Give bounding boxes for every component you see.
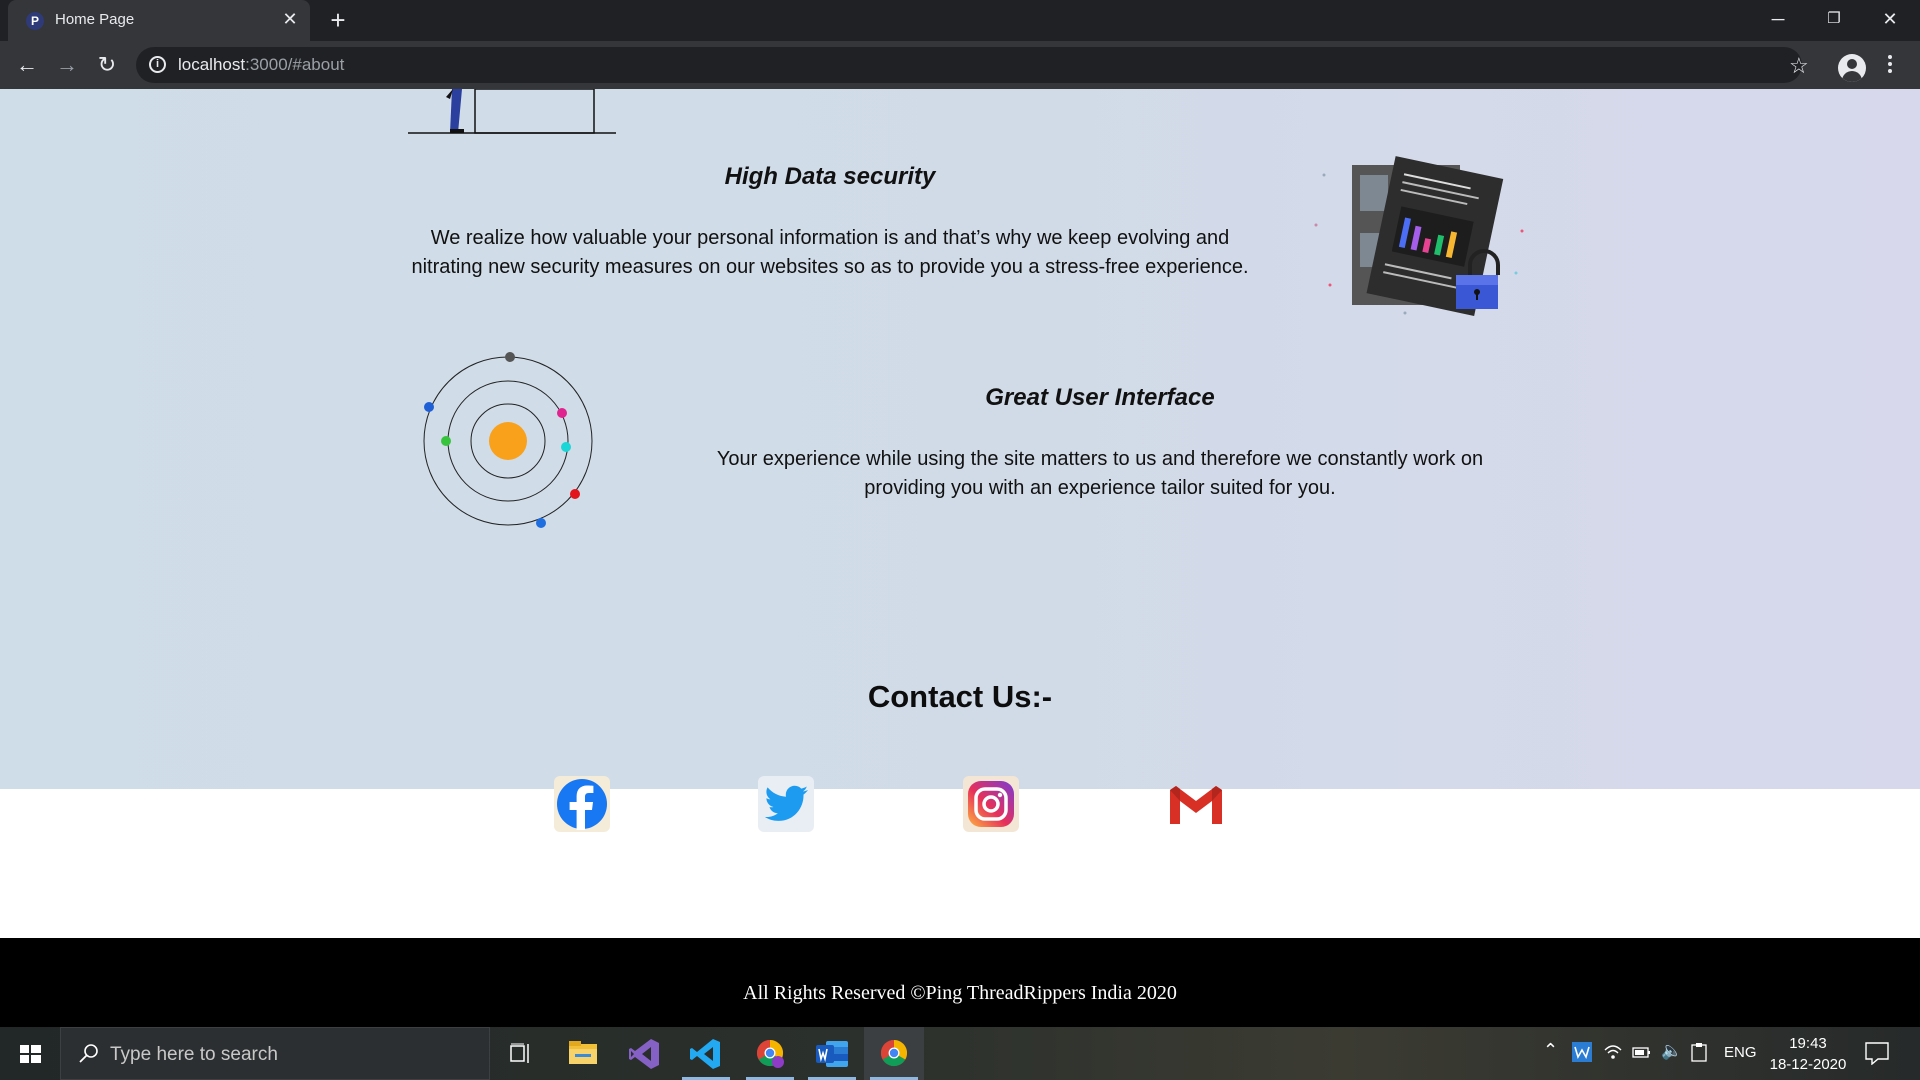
chrome-profile-button[interactable]	[740, 1027, 800, 1080]
url-path: :3000/#about	[245, 55, 345, 74]
task-view-icon	[510, 1043, 529, 1063]
visual-studio-icon	[629, 1039, 659, 1069]
page-footer: All Rights Reserved ©Ping ThreadRippers …	[0, 938, 1920, 1027]
chrome-profile-icon	[756, 1039, 784, 1068]
vscode-button[interactable]	[676, 1027, 736, 1080]
visual-studio-button[interactable]	[615, 1027, 675, 1080]
bookmark-star-icon[interactable]: ☆	[1789, 53, 1809, 79]
volume-icon[interactable]: 🔈	[1661, 1041, 1682, 1061]
browser-toolbar: ← → ↻ i localhost:3000/#about ☆	[0, 41, 1920, 89]
start-button[interactable]	[0, 1027, 60, 1080]
new-tab-icon[interactable]: +	[324, 7, 352, 35]
orbit-illustration	[423, 352, 593, 528]
feature-title-ui: Great User Interface	[985, 384, 1215, 411]
facebook-link[interactable]	[552, 774, 612, 834]
url-host: localhost	[178, 55, 246, 74]
file-explorer-icon	[569, 1041, 597, 1064]
clipboard-icon[interactable]	[1690, 1042, 1708, 1066]
profile-avatar-icon[interactable]	[1838, 54, 1866, 82]
facebook-icon	[554, 776, 610, 832]
action-center-icon[interactable]	[1864, 1041, 1890, 1066]
feature-text-security: We realize how valuable your personal in…	[411, 227, 1249, 278]
show-hidden-icons-icon[interactable]: ⌃	[1543, 1040, 1558, 1061]
wifi-icon[interactable]	[1603, 1042, 1623, 1066]
browser-tab[interactable]: P Home Page ✕	[8, 0, 310, 41]
contact-title: Contact Us:-	[867, 679, 1053, 714]
web-page: High Data security We realize how valuab…	[0, 89, 1920, 1027]
language-indicator[interactable]: ENG	[1724, 1044, 1757, 1061]
address-bar[interactable]: i localhost:3000/#about	[136, 47, 1802, 83]
gmail-link[interactable]	[1166, 774, 1226, 834]
windows-logo-icon	[20, 1045, 41, 1063]
feature-text-ui: Your experience while using the site mat…	[716, 448, 1484, 499]
browser-tab-strip: P Home Page ✕ + ─ ❐ ✕	[0, 0, 1920, 41]
back-icon[interactable]: ←	[11, 49, 43, 81]
clock-time: 19:43	[1789, 1035, 1827, 1052]
footer-copyright: All Rights Reserved ©Ping ThreadRippers …	[743, 982, 1177, 1004]
taskbar-search-box[interactable]: Type here to search	[60, 1027, 490, 1080]
search-placeholder: Type here to search	[110, 1044, 278, 1065]
site-favicon-icon: P	[26, 12, 44, 30]
search-icon	[79, 1044, 98, 1063]
tab-title: Home Page	[55, 11, 135, 28]
secure-document-illustration	[1314, 156, 1524, 316]
word-icon	[816, 1041, 848, 1067]
vscode-icon	[690, 1039, 720, 1069]
instagram-icon	[963, 776, 1019, 832]
taskbar-clock[interactable]: 19:43 18-12-2020	[1766, 1033, 1850, 1075]
forward-icon[interactable]: →	[51, 49, 83, 81]
browser-menu-icon[interactable]	[1886, 53, 1894, 79]
laptop-illustration	[408, 89, 616, 134]
url-text[interactable]: localhost:3000/#about	[178, 55, 344, 75]
clock-date: 18-12-2020	[1769, 1056, 1847, 1073]
word-button[interactable]	[802, 1027, 862, 1080]
task-view-button[interactable]	[490, 1027, 550, 1080]
site-info-icon[interactable]: i	[149, 56, 166, 73]
instagram-link[interactable]	[961, 774, 1021, 834]
restore-icon[interactable]: ❐	[1806, 0, 1862, 41]
chrome-icon	[880, 1039, 908, 1067]
chrome-button[interactable]	[864, 1027, 924, 1080]
feature-title-security: High Data security	[724, 163, 936, 190]
gmail-icon	[1170, 786, 1222, 824]
minimize-icon[interactable]: ─	[1750, 0, 1806, 41]
battery-icon[interactable]	[1632, 1043, 1652, 1065]
word-tray-icon[interactable]	[1572, 1042, 1592, 1066]
reload-icon[interactable]: ↻	[91, 49, 123, 81]
window-close-icon[interactable]: ✕	[1862, 0, 1918, 41]
file-explorer-button[interactable]	[553, 1027, 613, 1080]
windows-taskbar: Type here to search ⌃ 🔈 ENG 19:43 18-12-…	[0, 1027, 1920, 1080]
twitter-icon	[758, 776, 814, 832]
twitter-link[interactable]	[756, 774, 816, 834]
tab-close-icon[interactable]: ✕	[280, 9, 300, 29]
